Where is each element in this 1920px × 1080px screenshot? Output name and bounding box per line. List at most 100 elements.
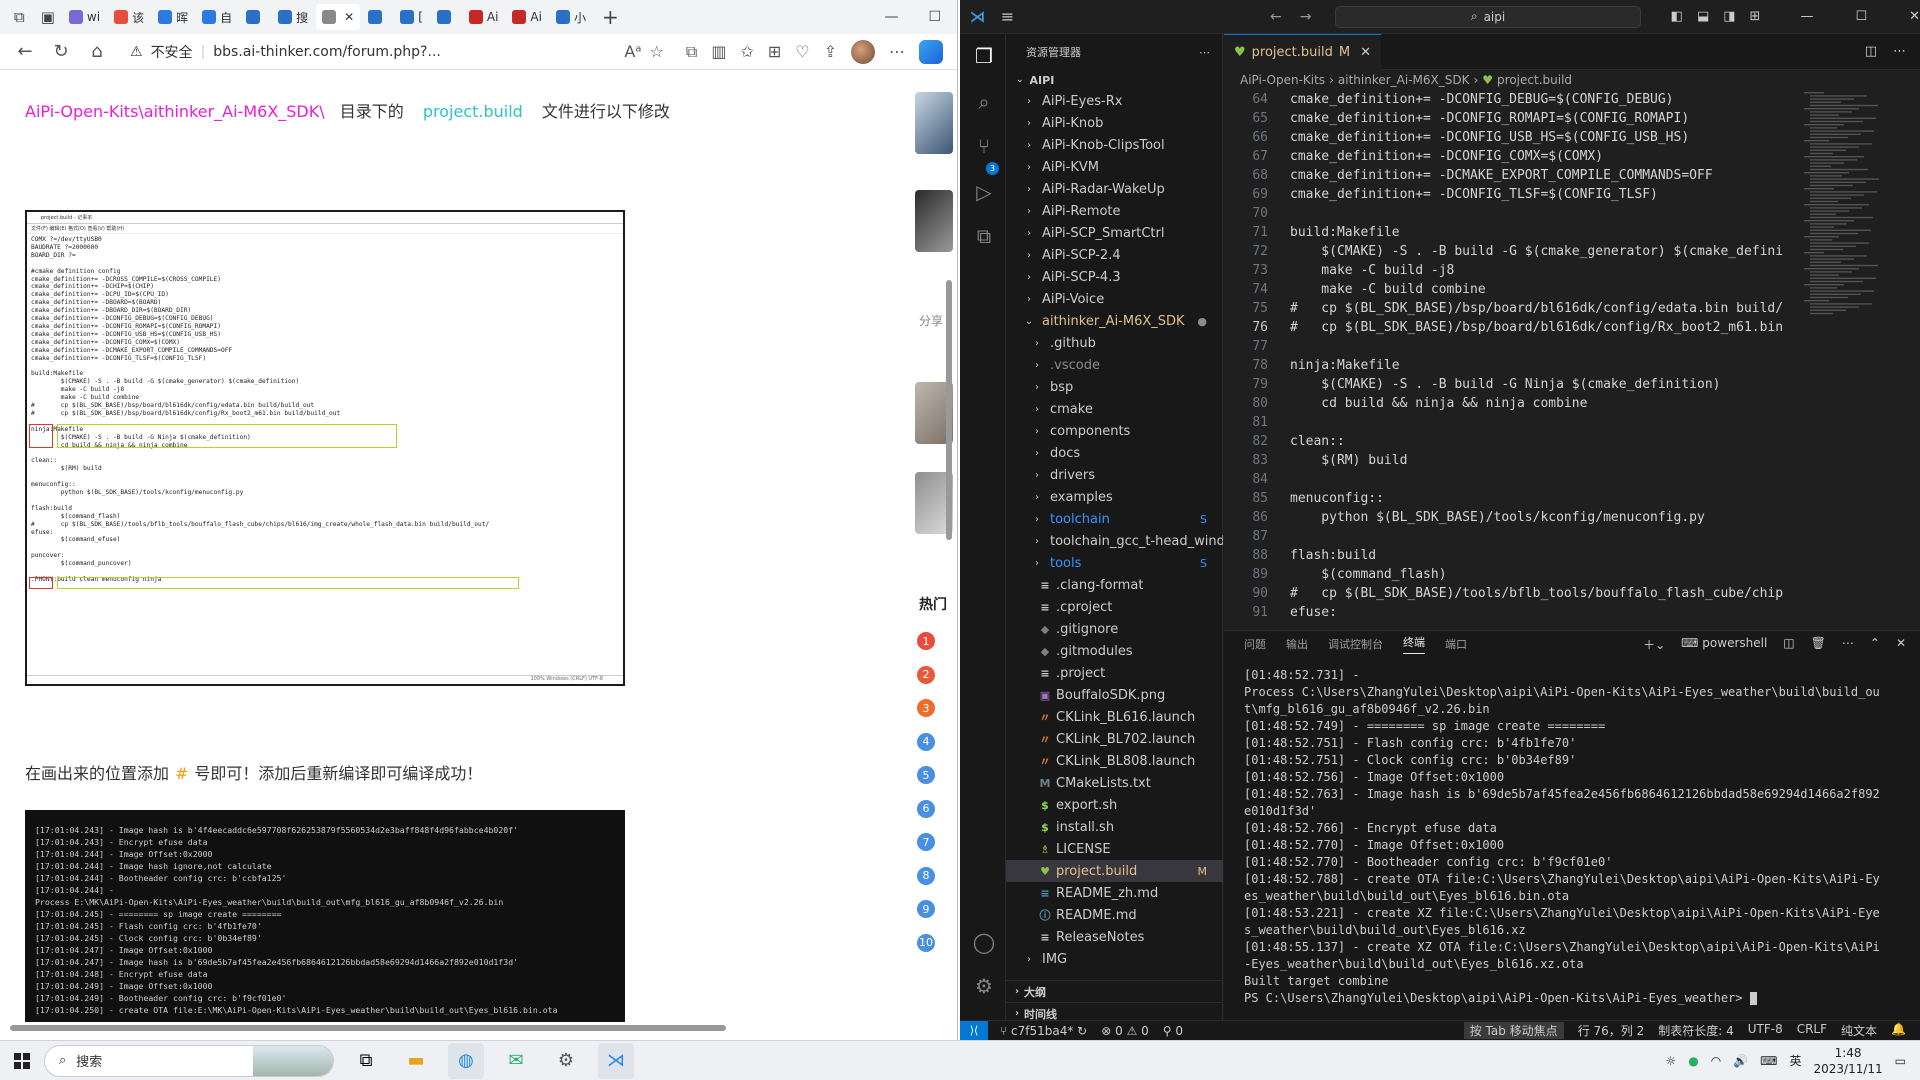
nav-forward-icon[interactable]: →	[1300, 9, 1312, 25]
file-tree-folder[interactable]: › cmake	[1006, 398, 1223, 420]
address-bar[interactable]: ⚠ 不安全 | bbs.ai-thinker.com/forum.php?...…	[122, 38, 672, 66]
file-tree-folder[interactable]: › drivers	[1006, 464, 1223, 486]
performance-icon[interactable]: ♡	[795, 42, 809, 61]
extensions-icon[interactable]: ⧉	[686, 42, 697, 62]
file-tree-folder[interactable]: › .github	[1006, 332, 1223, 354]
close-icon[interactable]: ✕	[1360, 45, 1371, 60]
line-ending[interactable]: CRLF	[1797, 1022, 1827, 1039]
file-tree-folder[interactable]: › IMG	[1006, 948, 1223, 970]
hot-rank-number[interactable]: 9	[917, 900, 935, 918]
file-tree-file[interactable]: ≡ .project	[1006, 662, 1223, 684]
outline-section[interactable]: › 大纲	[1006, 980, 1223, 1002]
notification-icon[interactable]: ▭	[1895, 1054, 1906, 1068]
hot-rank-number[interactable]: 2	[917, 665, 935, 684]
workspaces-icon[interactable]: ⧉	[6, 8, 33, 26]
maximize-button[interactable]: ☐	[928, 9, 941, 25]
code-line[interactable]: 67 cmake_definition+= -DCONFIG_COMX=$(COM…	[1224, 147, 1784, 166]
file-tree-folder[interactable]: ⌄ aithinker_Ai-M6X_SDK ●	[1006, 310, 1223, 332]
file-tree-folder[interactable]: › examples	[1006, 486, 1223, 508]
editor-tab-project-build[interactable]: ♥ project.build M ✕	[1224, 33, 1381, 70]
edge-browser-icon[interactable]: ◍	[448, 1042, 484, 1079]
share-label[interactable]: 分享	[919, 312, 943, 329]
hot-rank-number[interactable]: 6	[917, 799, 935, 818]
home-button[interactable]: ⌂	[86, 41, 108, 62]
breadcrumb-item[interactable]: AiPi-Open-Kits	[1240, 73, 1325, 87]
git-branch-status[interactable]: ⑂ c7f51ba4* ↻	[1000, 1024, 1087, 1038]
code-line[interactable]: 74 make -C build combine	[1224, 280, 1784, 299]
share-icon[interactable]: ⇪	[824, 42, 837, 61]
toggle-sidebar-icon[interactable]: ◧	[1671, 9, 1683, 24]
account-icon[interactable]: ◯	[972, 930, 996, 954]
code-line[interactable]: 71 build:Makefile	[1224, 223, 1784, 242]
browser-tab[interactable]: 该	[108, 4, 150, 30]
brightness-icon[interactable]: ☼	[1665, 1054, 1676, 1068]
code-line[interactable]: 78 ninja:Makefile	[1224, 356, 1784, 375]
file-tree-folder[interactable]: › AiPi-SCP-2.4	[1006, 244, 1223, 266]
browser-tab[interactable]: 搜	[272, 4, 314, 30]
hot-rank-number[interactable]: 4	[917, 732, 935, 751]
more-actions-icon[interactable]: ⋯	[1199, 46, 1210, 59]
more-actions-icon[interactable]: ⋯	[1893, 44, 1906, 59]
ports-status[interactable]: ⚲ 0	[1163, 1024, 1183, 1038]
code-line[interactable]: 76 # cp $(BL_SDK_BASE)/bsp/board/bl616dk/…	[1224, 318, 1784, 337]
file-tree-file[interactable]: $ export.sh	[1006, 794, 1223, 816]
url-text[interactable]: bbs.ai-thinker.com/forum.php?...	[213, 44, 441, 60]
hot-rank-number[interactable]: 10	[917, 933, 935, 952]
ime-indicator[interactable]: 英	[1789, 1052, 1801, 1069]
more-actions-icon[interactable]: ⋯	[1842, 636, 1854, 653]
hot-rank-number[interactable]: 3	[917, 699, 935, 717]
code-line[interactable]: 66 cmake_definition+= -DCONFIG_USB_HS=$(C…	[1224, 128, 1784, 147]
volume-icon[interactable]: 🔊	[1733, 1054, 1748, 1068]
encoding[interactable]: UTF-8	[1748, 1022, 1783, 1039]
hot-rank-number[interactable]: 8	[917, 866, 935, 885]
run-debug-icon[interactable]: ▷	[972, 180, 996, 204]
back-button[interactable]: ←	[14, 41, 36, 62]
code-line[interactable]: 85 menuconfig::	[1224, 489, 1784, 508]
hamburger-menu-icon[interactable]: ≡	[995, 7, 1020, 26]
start-button[interactable]	[0, 1052, 44, 1069]
split-terminal-icon[interactable]: ◫	[1783, 636, 1794, 653]
close-icon[interactable]: ✕	[344, 10, 354, 24]
panel-tab[interactable]: 问题	[1244, 636, 1266, 652]
file-tree-file[interactable]: ▣ BouffaloSDK.png	[1006, 684, 1223, 706]
code-line[interactable]: 84	[1224, 470, 1784, 489]
panel-tab[interactable]: 端口	[1445, 636, 1467, 652]
file-tree-folder[interactable]: › AiPi-Knob	[1006, 112, 1223, 134]
code-line[interactable]: 90 # cp $(BL_SDK_BASE)/tools/bflb_tools/b…	[1224, 584, 1784, 603]
code-line[interactable]: 68 cmake_definition+= -DCMAKE_EXPORT_COMP…	[1224, 166, 1784, 185]
page-vertical-scrollbar[interactable]	[944, 80, 954, 1020]
wifi-icon[interactable]: ◠	[1711, 1054, 1721, 1068]
source-control-icon[interactable]: ⑂	[972, 134, 996, 158]
split-screen-icon[interactable]: ▥	[711, 42, 726, 61]
scroll-thumb[interactable]	[10, 1025, 726, 1031]
warning-icon[interactable]: ⚠	[130, 44, 143, 60]
cursor-position[interactable]: 行 76，列 2	[1578, 1022, 1645, 1039]
file-tree-folder[interactable]: › AiPi-Eyes-Rx	[1006, 90, 1223, 112]
file-tree-file[interactable]: ⓘ README.md	[1006, 904, 1223, 926]
page-horizontal-scrollbar[interactable]	[4, 1022, 934, 1034]
browser-tab[interactable]: Ai	[463, 4, 505, 30]
favorites-icon[interactable]: ✩	[740, 42, 753, 61]
remote-indicator-icon[interactable]: ⟩⟨	[960, 1020, 988, 1041]
file-tree-folder[interactable]: › toolchain_gcc_t-head_windows	[1006, 530, 1223, 552]
code-line[interactable]: 86 python $(BL_SDK_BASE)/tools/kconfig/m…	[1224, 508, 1784, 527]
new-terminal-icon[interactable]: ＋⌄	[1643, 636, 1665, 653]
code-line[interactable]: 91 efuse:	[1224, 603, 1784, 622]
file-tree-folder[interactable]: › toolchain S	[1006, 508, 1223, 530]
wechat-icon[interactable]: ✉	[498, 1043, 534, 1079]
tab-focus-mode[interactable]: 按 Tab 移动焦点	[1463, 1022, 1564, 1039]
panel-tab[interactable]: 输出	[1286, 636, 1308, 652]
browser-tab[interactable]: 晖	[152, 4, 194, 30]
file-tree-folder[interactable]: › AiPi-Remote	[1006, 200, 1223, 222]
file-tree-folder[interactable]: › AiPi-Radar-WakeUp	[1006, 178, 1223, 200]
problems-status[interactable]: ⊗ 0 ⚠ 0	[1101, 1024, 1149, 1038]
file-tree-folder[interactable]: › tools S	[1006, 552, 1223, 574]
file-tree-file[interactable]: $ install.sh	[1006, 816, 1223, 838]
toggle-panel-icon[interactable]: ⬓	[1697, 9, 1709, 24]
code-line[interactable]: 77	[1224, 337, 1784, 356]
collections-icon[interactable]: ⊞	[768, 42, 781, 61]
code-line[interactable]: 87	[1224, 527, 1784, 546]
file-tree-file[interactable]: ≡ .clang-format	[1006, 574, 1223, 596]
favorite-star-icon[interactable]: ☆	[650, 42, 664, 61]
breadcrumb-item[interactable]: project.build	[1497, 73, 1572, 87]
